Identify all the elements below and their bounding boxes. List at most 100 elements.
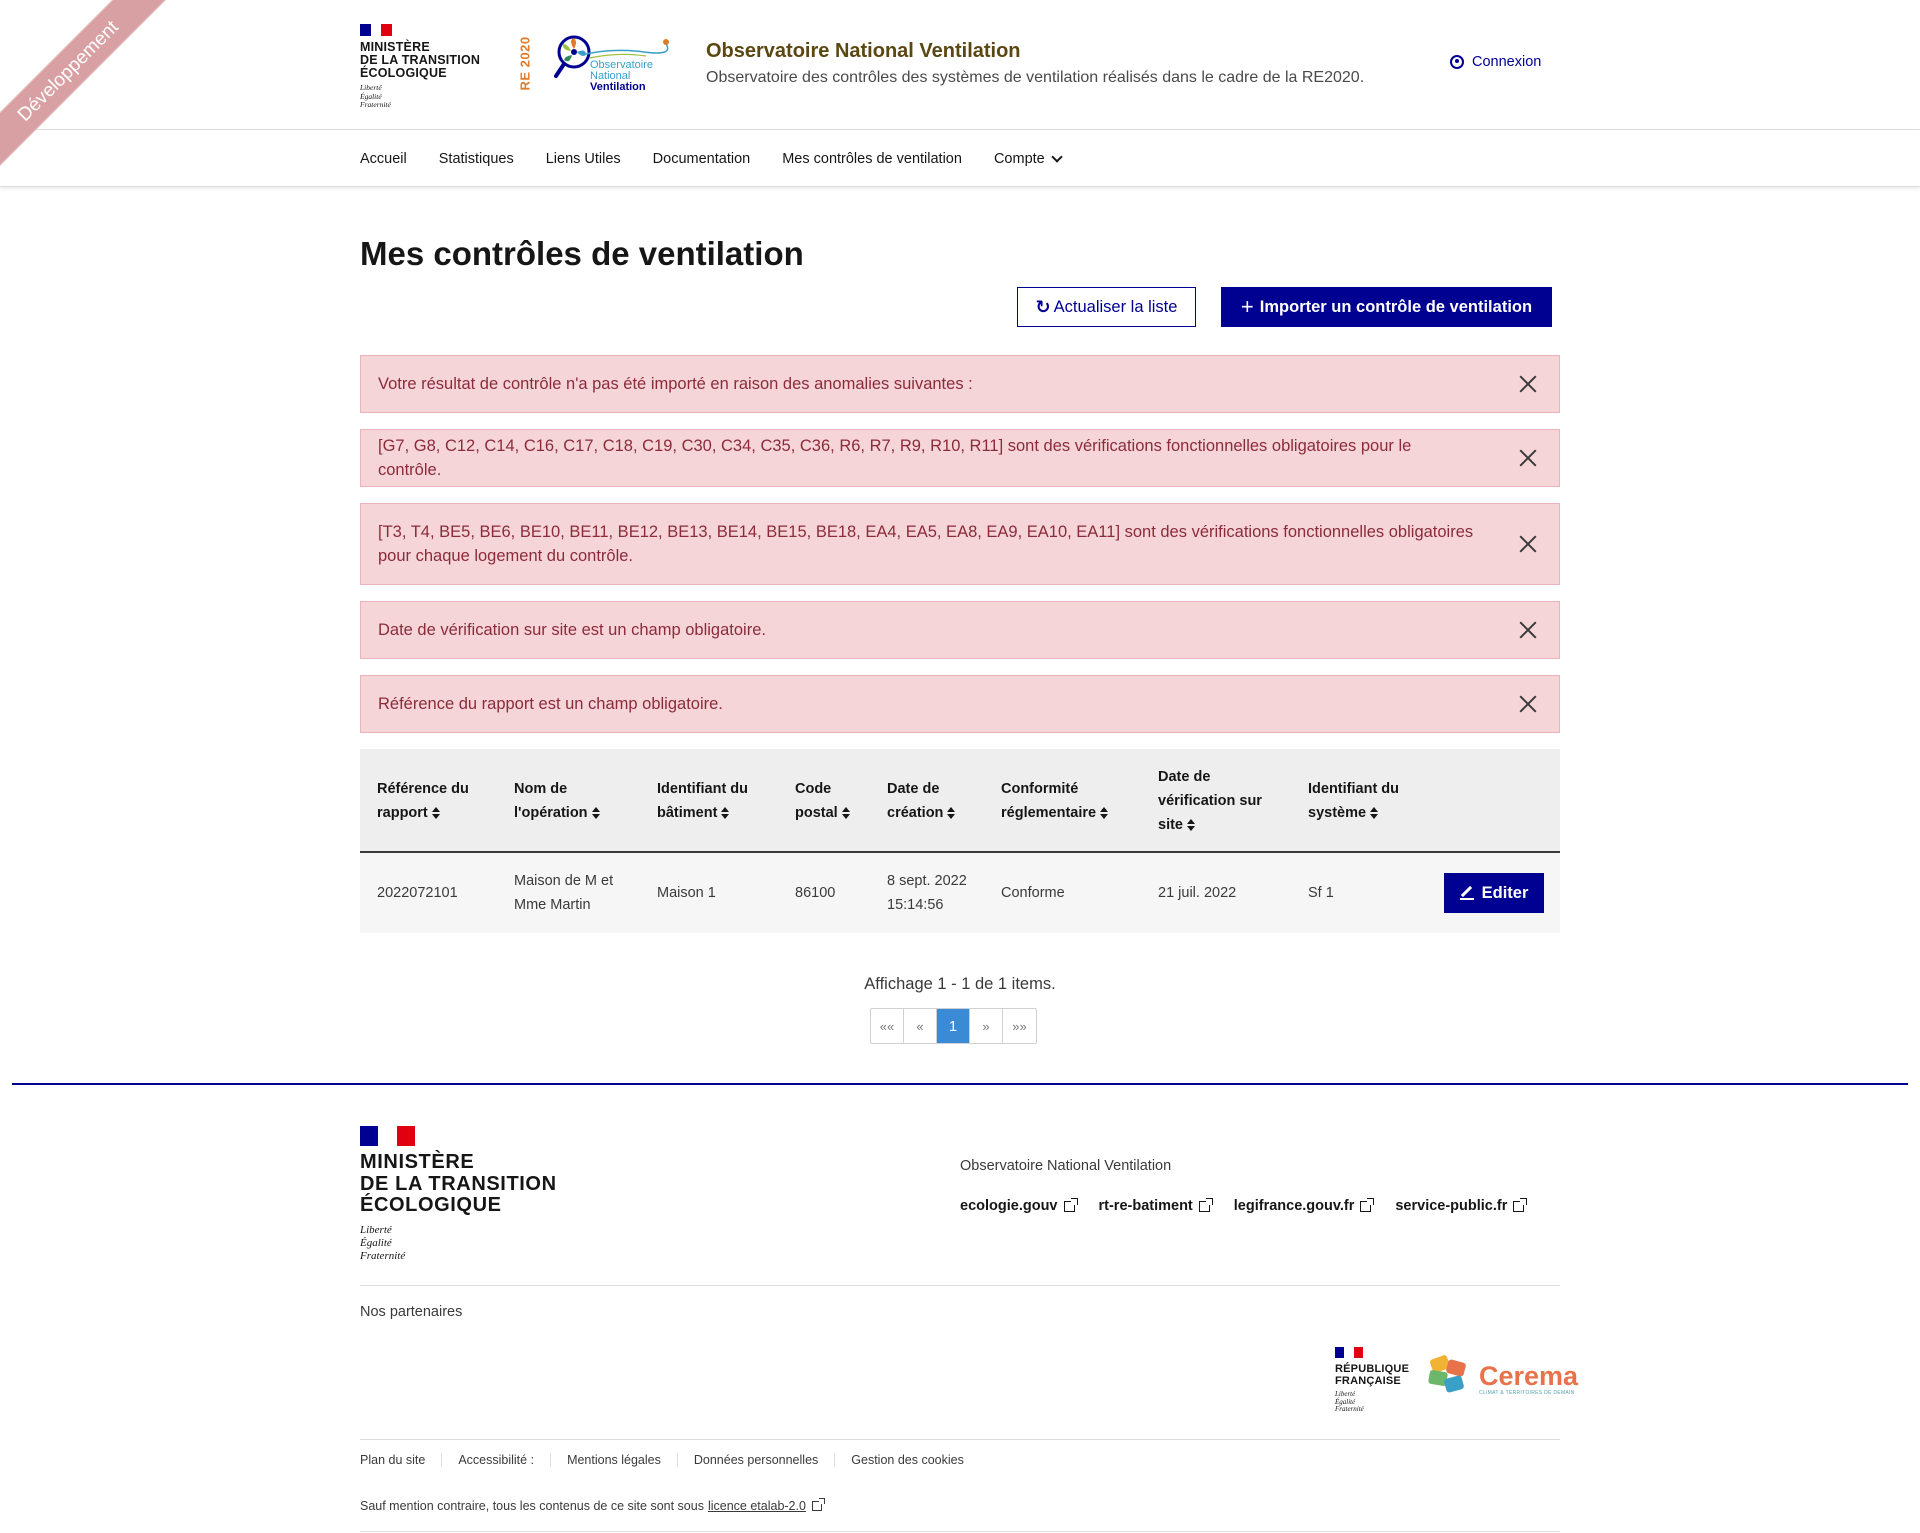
onv-logo-text: Observatoire National Ventilation bbox=[590, 59, 653, 93]
refresh-icon: ↻ bbox=[1035, 296, 1051, 317]
pagination-next[interactable]: » bbox=[970, 1009, 1003, 1043]
pagination-last[interactable]: »» bbox=[1003, 1009, 1036, 1043]
sort-icon bbox=[947, 807, 956, 820]
main-nav: Accueil Statistiques Liens Utiles Docume… bbox=[0, 131, 1920, 187]
pagination-prev[interactable]: « bbox=[904, 1009, 937, 1043]
pagination-first[interactable]: «« bbox=[871, 1009, 904, 1043]
cell-operation: Maison de M et Mme Martin bbox=[514, 873, 614, 913]
column-header-date-verification[interactable]: Date de vérification sur site bbox=[1158, 749, 1278, 853]
footer-ministry-logo[interactable]: MINISTÈRE DE LA TRANSITION ÉCOLOGIQUE Li… bbox=[360, 1126, 557, 1263]
login-link[interactable]: Connexion bbox=[1450, 54, 1541, 70]
sort-icon bbox=[431, 807, 440, 820]
page-title: Mes contrôles de ventilation bbox=[360, 235, 804, 272]
column-header-code-postal[interactable]: Code postal bbox=[795, 749, 875, 853]
marianne-flag-icon bbox=[360, 24, 393, 36]
airflow-swirl-icon bbox=[585, 39, 669, 59]
alert-error: [G7, G8, C12, C14, C16, C17, C18, C19, C… bbox=[360, 429, 1560, 487]
cerema-subtitle: CLIMAT & TERRITOIRES DE DEMAIN bbox=[1479, 1390, 1575, 1396]
ministry-logo[interactable]: MINISTÈRE DE LA TRANSITION ÉCOLOGIQUE Li… bbox=[360, 24, 480, 110]
table-header: Référence du rapport Nom de l'opération Id… bbox=[360, 749, 1560, 853]
alert-error: Référence du rapport est un champ obliga… bbox=[360, 675, 1560, 733]
site-header: MINISTÈRE DE LA TRANSITION ÉCOLOGIQUE Li… bbox=[0, 0, 1920, 130]
login-label: Connexion bbox=[1472, 54, 1542, 70]
pagination: «« « 1 » »» bbox=[870, 1008, 1037, 1044]
cerema-mark-icon bbox=[1427, 1354, 1473, 1397]
column-header-reference[interactable]: Référence du rapport bbox=[377, 749, 497, 853]
cell-systeme: Sf 1 bbox=[1308, 885, 1334, 901]
cell-batiment: Maison 1 bbox=[657, 885, 716, 901]
footer-link-service-public[interactable]: service-public.fr bbox=[1395, 1197, 1528, 1214]
refresh-list-button[interactable]: ↻ Actualiser la liste bbox=[1017, 287, 1196, 327]
link-plan-du-site[interactable]: Plan du site bbox=[360, 1453, 443, 1467]
sort-icon bbox=[1370, 807, 1379, 820]
cell-code-postal: 86100 bbox=[795, 885, 836, 901]
marianne-flag-icon bbox=[360, 1126, 415, 1146]
dev-ribbon-wrap: Développement bbox=[0, 0, 170, 170]
licence-notice: Sauf mention contraire, tous les contenu… bbox=[360, 1498, 825, 1513]
refresh-list-label: Actualiser la liste bbox=[1053, 297, 1178, 316]
close-icon[interactable] bbox=[1519, 449, 1537, 467]
partners-title: Nos partenaires bbox=[360, 1304, 463, 1320]
alert-message: [G7, G8, C12, C14, C16, C17, C18, C19, C… bbox=[378, 437, 1412, 479]
alert-error: [T3, T4, BE5, BE6, BE10, BE11, BE12, BE1… bbox=[360, 503, 1560, 585]
footer-link-rt-re-batiment[interactable]: rt-re-batiment bbox=[1099, 1197, 1213, 1214]
republique-francaise-logo[interactable]: RÉPUBLIQUE FRANÇAISE Liberté Égalité Fra… bbox=[1335, 1347, 1409, 1414]
marianne-flag-icon bbox=[1335, 1347, 1363, 1358]
footer-divider bbox=[360, 1285, 1560, 1286]
external-link-icon bbox=[1063, 1197, 1078, 1212]
ministry-name: MINISTÈRE DE LA TRANSITION ÉCOLOGIQUE bbox=[360, 40, 481, 80]
column-header-conformite[interactable]: Conformité réglementaire bbox=[1001, 749, 1141, 853]
nav-item-mes-controles[interactable]: Mes contrôles de ventilation bbox=[782, 151, 962, 167]
cerema-logo[interactable]: Cerema CLIMAT & TERRITOIRES DE DEMAIN bbox=[1427, 1354, 1579, 1397]
column-header-systeme[interactable]: Identifiant du système bbox=[1308, 749, 1428, 853]
pencil-icon bbox=[1459, 886, 1474, 900]
footer-links: ecologie.gouv rt-re-batiment legifrance.… bbox=[960, 1197, 1528, 1214]
nav-item-compte-label: Compte bbox=[993, 151, 1045, 167]
close-icon[interactable] bbox=[1519, 621, 1537, 639]
cerema-name: Cerema bbox=[1479, 1360, 1579, 1391]
alert-error: Date de vérification sur site est un cha… bbox=[360, 601, 1560, 659]
alert-message: Votre résultat de contrôle n'a pas été i… bbox=[378, 375, 973, 393]
sort-icon bbox=[841, 807, 850, 820]
site-title[interactable]: Observatoire National Ventilation bbox=[706, 40, 1021, 63]
cell-conformite: Conforme bbox=[1001, 885, 1065, 901]
licence-text: Sauf mention contraire, tous les contenu… bbox=[360, 1499, 704, 1513]
nav-item-statistiques[interactable]: Statistiques bbox=[439, 151, 514, 167]
external-link-icon bbox=[1198, 1197, 1213, 1212]
site-tagline: Observatoire des contrôles des systèmes … bbox=[706, 69, 1365, 86]
controls-table: Référence du rapport Nom de l'opération Id… bbox=[360, 749, 1560, 933]
close-icon[interactable] bbox=[1519, 535, 1537, 553]
dev-ribbon: Développement bbox=[0, 0, 170, 170]
licence-link[interactable]: licence etalab-2.0 bbox=[708, 1498, 825, 1513]
footer-republic-motto: Liberté Égalité Fraternité bbox=[360, 1223, 406, 1262]
nav-item-accueil[interactable]: Accueil bbox=[360, 151, 407, 167]
plus-icon: + bbox=[1240, 294, 1254, 319]
nav-item-compte[interactable]: Compte bbox=[993, 151, 1063, 167]
link-mentions-legales[interactable]: Mentions légales bbox=[551, 1453, 678, 1467]
link-donnees-personnelles[interactable]: Données personnelles bbox=[678, 1453, 836, 1467]
footer-link-ecologie[interactable]: ecologie.gouv bbox=[960, 1197, 1078, 1214]
nav-item-documentation[interactable]: Documentation bbox=[653, 151, 751, 167]
nav-item-liens-utiles[interactable]: Liens Utiles bbox=[546, 151, 621, 167]
table-row: 2022072101 Maison de M et Mme Martin Mais… bbox=[360, 853, 1560, 933]
link-gestion-cookies[interactable]: Gestion des cookies bbox=[835, 1453, 980, 1467]
pagination-page-current[interactable]: 1 bbox=[937, 1009, 970, 1043]
import-control-button[interactable]: + Importer un contrôle de ventilation bbox=[1221, 287, 1552, 327]
alert-message: Date de vérification sur site est un cha… bbox=[378, 621, 766, 639]
user-circle-icon bbox=[1450, 55, 1464, 69]
onv-logo[interactable]: RE 2020 Observatoire National Ventilatio… bbox=[518, 30, 670, 100]
close-icon[interactable] bbox=[1519, 375, 1537, 393]
footer-ministry-name: MINISTÈRE DE LA TRANSITION ÉCOLOGIQUE bbox=[360, 1151, 557, 1216]
edit-button[interactable]: Editer bbox=[1444, 873, 1544, 913]
external-link-icon bbox=[811, 1498, 825, 1511]
sort-icon bbox=[1187, 819, 1195, 832]
close-icon[interactable] bbox=[1519, 695, 1537, 713]
link-accessibilite[interactable]: Accessibilité : bbox=[442, 1453, 552, 1467]
footer-top-border bbox=[12, 1083, 1908, 1085]
footer-link-legifrance[interactable]: legifrance.gouv.fr bbox=[1234, 1197, 1375, 1214]
republic-motto: Liberté Égalité Fraternité bbox=[360, 83, 391, 109]
column-header-operation[interactable]: Nom de l'opération bbox=[514, 749, 634, 853]
column-header-date-creation[interactable]: Date de création bbox=[887, 749, 987, 853]
column-header-batiment[interactable]: Identifiant du bâtiment bbox=[657, 749, 777, 853]
footer-divider bbox=[360, 1439, 1560, 1440]
